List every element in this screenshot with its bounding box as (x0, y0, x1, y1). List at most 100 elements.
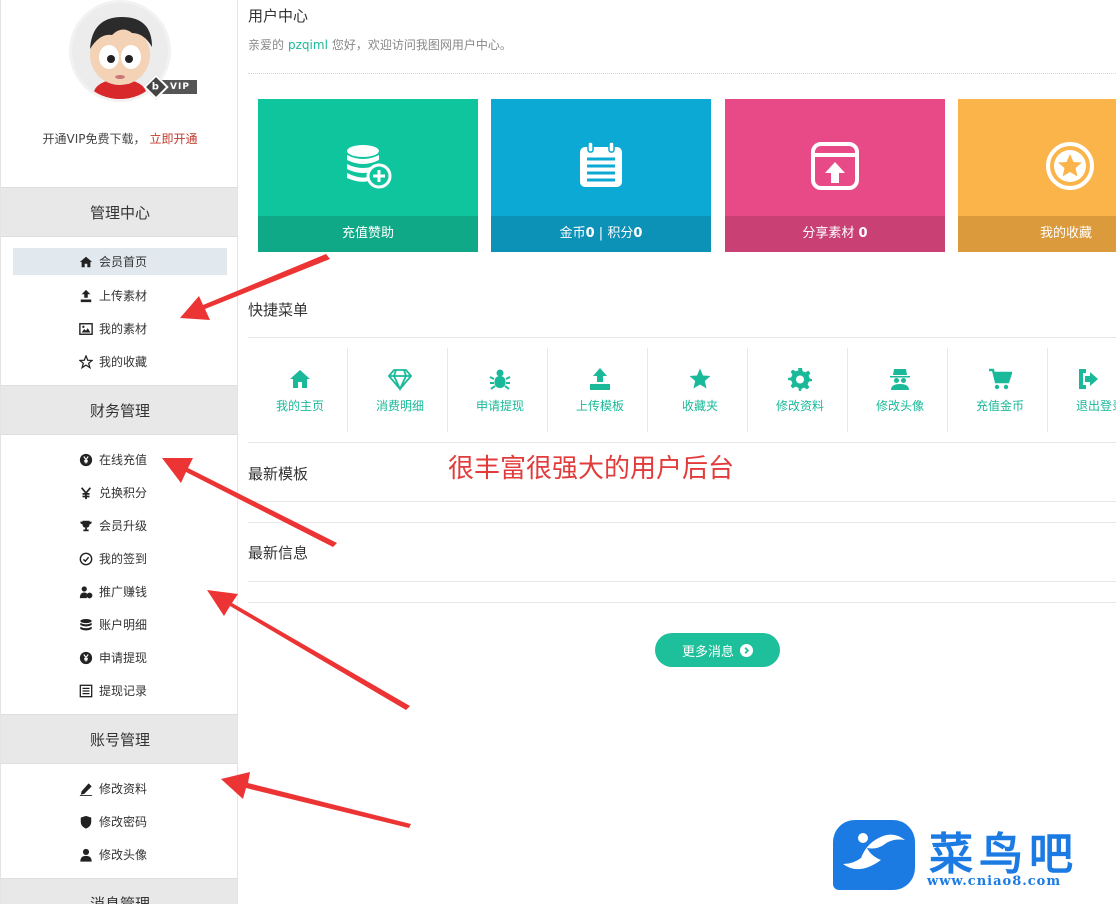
sidebar-item-promote-earn[interactable]: 推广赚钱 (13, 578, 227, 605)
user-icon (79, 848, 93, 862)
sidebar-item-label: 账户明细 (99, 618, 148, 632)
sidebar-item-label: 修改资料 (99, 782, 148, 796)
latest-templates-title: 最新模板 (248, 465, 309, 483)
sidebar-item-label: 兑换积分 (99, 486, 148, 500)
bug-icon (488, 367, 512, 391)
list-icon (79, 684, 93, 698)
sidebar-item-member-upgrade[interactable]: 会员升级 (13, 512, 227, 539)
divider (248, 442, 1116, 443)
quick-apply-withdraw[interactable]: 申请提现 (450, 348, 550, 432)
vip-open-link[interactable]: 立即开通 (149, 132, 197, 146)
quick-edit-profile[interactable]: 修改资料 (750, 348, 850, 432)
vip-badge: b VIP (143, 74, 197, 100)
yen-circle-icon (79, 453, 93, 467)
points-value: 0 (633, 226, 643, 241)
sidebar-item-label: 会员升级 (99, 519, 148, 533)
quick-change-avatar[interactable]: 修改头像 (850, 348, 950, 432)
divider (248, 602, 1116, 603)
sidebar-item-change-password[interactable]: 修改密码 (13, 808, 227, 835)
upload-icon (588, 367, 612, 391)
sidebar-item-withdraw-records[interactable]: 提现记录 (13, 677, 227, 704)
latest-info-title: 最新信息 (248, 544, 309, 562)
sidebar-item-my-materials[interactable]: 我的素材 (13, 315, 227, 342)
cniao8-watermark-logo: 菜鸟吧 www.cniao8.com (833, 820, 1113, 900)
main-content: 用户中心 亲爱的 pzqiml 您好，欢迎访问我图网用户中心。 充值赞助 金币0 |… (248, 0, 1116, 904)
more-messages-button[interactable]: 更多消息 (655, 633, 780, 667)
tile-share-materials[interactable]: 分享素材 0 (725, 99, 945, 252)
sidebar-item-my-favorites[interactable]: 我的收藏 (13, 348, 227, 375)
points-label: 积分 (607, 226, 634, 241)
star-icon (688, 367, 712, 391)
diamond-icon (388, 367, 412, 391)
chevron-right-circle-icon (740, 643, 753, 657)
divider (847, 348, 848, 432)
logo-url: www.cniao8.com (927, 874, 1062, 889)
welcome-text: 亲爱的 pzqiml 您好，欢迎访问我图网用户中心。 (248, 36, 512, 53)
sidebar-item-label: 修改密码 (99, 815, 148, 829)
divider (248, 501, 1116, 502)
divider (547, 348, 548, 432)
section-head-account[interactable]: 账号管理 (1, 714, 237, 764)
tile-share-materials-label: 分享素材 0 (725, 216, 945, 252)
more-messages-label: 更多消息 (681, 644, 734, 660)
sidebar-item-my-checkin[interactable]: 我的签到 (13, 545, 227, 572)
quick-my-homepage[interactable]: 我的主页 (250, 348, 350, 432)
sidebar-item-label: 会员首页 (99, 255, 148, 269)
calendar-icon (491, 141, 711, 191)
yen-circle-icon (79, 651, 93, 665)
promo-overlay-text: 很丰富很强大的用户后台 (448, 454, 735, 484)
quick-label: 收藏夹 (681, 398, 718, 413)
pen-icon (79, 782, 93, 796)
vip-promo-line: 开通VIP免费下载， 立即开通 (1, 130, 237, 147)
sidebar: b VIP 开通VIP免费下载， 立即开通 管理中心 会员首页 上传素材 我的素材… (0, 0, 238, 904)
quick-label: 修改资料 (775, 398, 824, 413)
divider (248, 73, 1116, 74)
tile-separator: | (594, 226, 608, 241)
welcome-suffix: 您好，欢迎访问我图网用户中心。 (331, 38, 512, 52)
sidebar-item-exchange-points[interactable]: 兑换积分 (13, 479, 227, 506)
quick-label: 上传模板 (575, 398, 624, 413)
section-head-finance[interactable]: 财务管理 (1, 385, 237, 435)
quick-consumption-details[interactable]: 消费明细 (350, 348, 450, 432)
sidebar-item-account-details[interactable]: 账户明细 (13, 611, 227, 638)
sidebar-item-label: 申请提现 (99, 651, 148, 665)
gear-icon (788, 367, 812, 391)
sidebar-item-edit-profile[interactable]: 修改资料 (13, 775, 227, 802)
share-value: 0 (858, 226, 868, 241)
share-label: 分享素材 (802, 226, 859, 241)
sidebar-item-member-home[interactable]: 会员首页 (13, 248, 227, 275)
sidebar-item-change-avatar[interactable]: 修改头像 (13, 841, 227, 868)
tile-recharge[interactable]: 充值赞助 (258, 99, 478, 252)
sidebar-item-upload[interactable]: 上传素材 (13, 282, 227, 309)
quick-favorites-folder[interactable]: 收藏夹 (650, 348, 750, 432)
tile-recharge-label: 充值赞助 (258, 216, 478, 252)
sidebar-item-online-recharge[interactable]: 在线充值 (13, 446, 227, 473)
tile-my-favorites-label: 我的收藏 (958, 216, 1116, 252)
quick-sign-out[interactable]: 退出登录 (1050, 348, 1116, 432)
exchange-icon (79, 486, 93, 500)
image-icon (79, 322, 93, 336)
divider (647, 348, 648, 432)
sidebar-item-label: 上传素材 (99, 289, 148, 303)
username[interactable]: pzqiml (288, 38, 328, 52)
coins-plus-icon (258, 141, 478, 191)
database-icon (79, 618, 93, 632)
quick-upload-template[interactable]: 上传模板 (550, 348, 650, 432)
quick-recharge-coins[interactable]: 充值金币 (950, 348, 1050, 432)
tile-coins-points[interactable]: 金币0 | 积分0 (491, 99, 711, 252)
divider (248, 337, 1116, 338)
sidebar-item-label: 我的收藏 (99, 355, 148, 369)
sidebar-item-label: 我的签到 (99, 552, 148, 566)
tile-my-favorites[interactable]: 我的收藏 (958, 99, 1116, 252)
star-icon (79, 354, 93, 369)
sidebar-item-apply-withdraw[interactable]: 申请提现 (13, 644, 227, 671)
sign-out-icon (1076, 367, 1100, 391)
quick-label: 我的主页 (275, 398, 324, 413)
sidebar-item-label: 推广赚钱 (99, 585, 148, 599)
section-head-messages[interactable]: 消息管理 (1, 878, 237, 904)
quick-menu-title: 快捷菜单 (248, 301, 309, 319)
quick-label: 修改头像 (875, 398, 924, 413)
divider (947, 348, 948, 432)
section-head-management[interactable]: 管理中心 (1, 187, 237, 237)
bird-logo-icon (833, 820, 915, 890)
